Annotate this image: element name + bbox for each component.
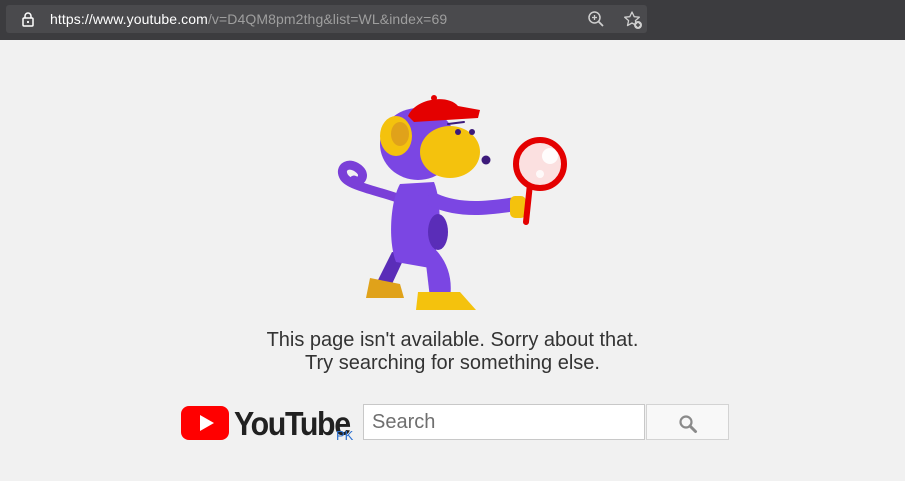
address-bar[interactable]: https://www.youtube.com/v=D4QM8pm2thg&li… [6,5,647,33]
url-text[interactable]: https://www.youtube.com/v=D4QM8pm2thg&li… [50,11,447,27]
url-scheme: https:// [50,11,93,27]
error-message-line1: This page isn't available. Sorry about t… [266,329,639,351]
url-host: www.youtube.com [92,11,208,27]
search-icon [679,415,697,433]
search-input[interactable] [363,404,645,440]
zoom-icon[interactable] [587,10,605,28]
url-path: /v=D4QM8pm2thg&list=WL&index=69 [207,11,448,27]
error-message-line2: Try searching for something else. [305,352,600,374]
search-form [363,404,729,440]
favorite-icon[interactable] [623,10,643,30]
youtube-wordmark: YouTube [234,405,351,442]
youtube-play-icon [181,406,229,440]
youtube-logo[interactable]: YouTube [181,404,351,444]
browser-toolbar: https://www.youtube.com/v=D4QM8pm2thg&li… [0,0,905,40]
region-code: PK [336,428,354,443]
search-button[interactable] [646,404,729,440]
monkey-illustration [338,95,567,310]
lock-icon[interactable] [20,11,36,27]
